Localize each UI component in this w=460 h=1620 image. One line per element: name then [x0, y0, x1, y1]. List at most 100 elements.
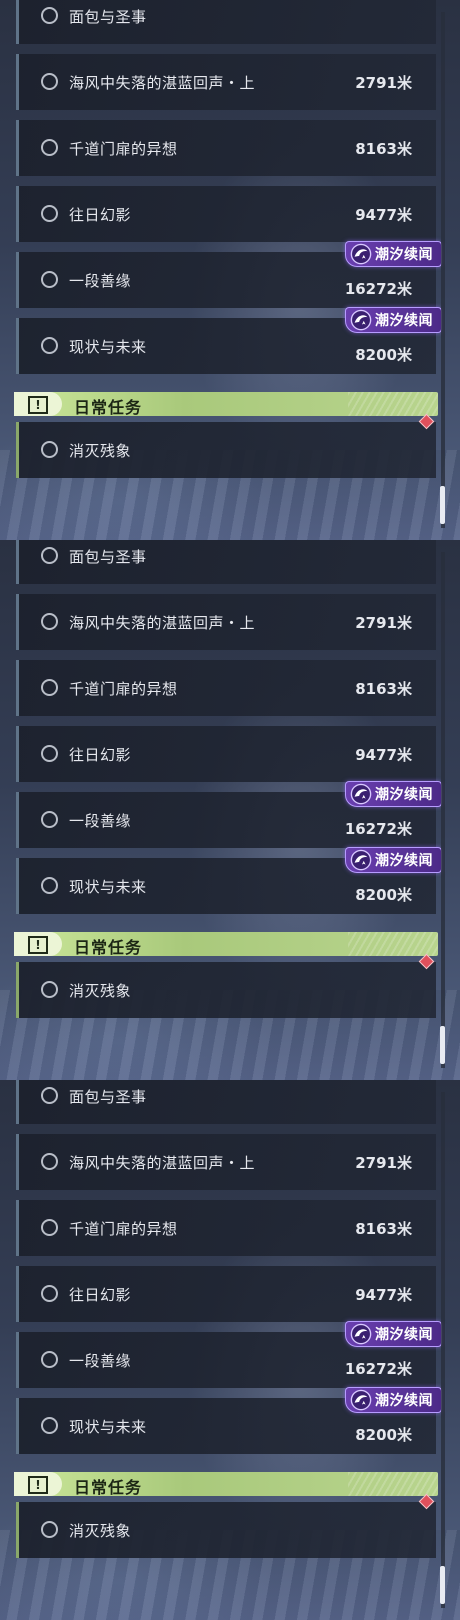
tidal-swirl-icon: [350, 243, 372, 265]
daily-quests-header[interactable]: ! 日常任务: [14, 392, 438, 417]
quest-title: 往日幻影: [69, 1286, 132, 1304]
quest-row[interactable]: 往日幻影 9477米: [16, 726, 436, 782]
quest-status-circle-icon: [41, 1285, 58, 1302]
quest-status-circle-icon: [41, 1153, 58, 1170]
quest-status-circle-icon: [41, 1521, 58, 1538]
quest-title: 面包与圣事: [69, 1088, 147, 1106]
quest-title: 面包与圣事: [69, 8, 147, 26]
event-badge-label: 潮汐续闻: [375, 787, 433, 803]
quest-status-circle-icon: [41, 811, 58, 828]
decorative-stripes: [348, 392, 438, 416]
quest-row[interactable]: 面包与圣事: [16, 0, 436, 44]
quest-row[interactable]: 现状与未来 8200米 潮汐续闻: [16, 307, 442, 374]
quest-status-circle-icon: [41, 271, 58, 288]
quest-distance: 2791米: [355, 74, 412, 92]
quest-row[interactable]: 千道门扉的异想 8163米: [16, 660, 436, 716]
decorative-stripes: [348, 1472, 438, 1496]
tidal-swirl-icon: [350, 1323, 372, 1345]
quest-title: 现状与未来: [69, 1418, 147, 1436]
event-badge-label: 潮汐续闻: [375, 313, 433, 329]
exclamation-icon: !: [28, 396, 48, 414]
quest-row[interactable]: 海风中失落的湛蓝回声・上 2791米: [16, 594, 436, 650]
event-badge-label: 潮汐续闻: [375, 247, 433, 263]
quest-distance: 16272米: [344, 280, 412, 298]
scrollbar-thumb[interactable]: [440, 1026, 445, 1064]
daily-quests-header[interactable]: ! 日常任务: [14, 1472, 438, 1497]
daily-quest-row[interactable]: 消灭残象: [16, 1493, 436, 1558]
quest-title: 海风中失落的湛蓝回声・上: [69, 1154, 256, 1172]
tracked-marker-icon: [418, 413, 435, 430]
event-badge: 潮汐续闻: [345, 241, 442, 267]
scrollbar-thumb[interactable]: [440, 486, 445, 524]
quest-row[interactable]: 海风中失落的湛蓝回声・上 2791米: [16, 1134, 436, 1190]
quest-distance: 9477米: [355, 746, 412, 764]
quest-title: 消灭残象: [69, 982, 132, 1000]
quest-title: 一段善缘: [69, 272, 132, 290]
section-icon-container: !: [14, 932, 62, 956]
quest-row[interactable]: 现状与未来 8200米 潮汐续闻: [16, 847, 442, 914]
tidal-swirl-icon: [350, 849, 372, 871]
quest-status-circle-icon: [41, 877, 58, 894]
quest-distance: 16272米: [344, 820, 412, 838]
quest-status-circle-icon: [41, 1417, 58, 1434]
quest-title: 现状与未来: [69, 338, 147, 356]
quest-title: 海风中失落的湛蓝回声・上: [69, 614, 256, 632]
quest-distance: 16272米: [344, 1360, 412, 1378]
quest-title: 千道门扉的异想: [69, 680, 178, 698]
quest-distance: 8163米: [355, 680, 412, 698]
event-badge: 潮汐续闻: [345, 1321, 442, 1347]
quest-row[interactable]: 千道门扉的异想 8163米: [16, 1200, 436, 1256]
scrollbar-track[interactable]: [441, 12, 445, 528]
quest-status-circle-icon: [41, 7, 58, 24]
quest-row[interactable]: 一段善缘 16272米 潮汐续闻: [16, 781, 442, 848]
quest-row[interactable]: 现状与未来 8200米 潮汐续闻: [16, 1387, 442, 1454]
tidal-swirl-icon: [350, 309, 372, 331]
quest-title: 千道门扉的异想: [69, 140, 178, 158]
tracked-marker-icon: [418, 1493, 435, 1510]
section-icon-container: !: [14, 392, 62, 416]
quest-list-screenshot: 面包与圣事 海风中失落的湛蓝回声・上 2791米 千道门扉的异想 8163米 往…: [0, 0, 460, 1620]
daily-quest-row[interactable]: 消灭残象: [16, 413, 436, 478]
section-title: 日常任务: [74, 1478, 143, 1497]
quest-distance: 2791米: [355, 614, 412, 632]
quest-status-circle-icon: [41, 981, 58, 998]
quest-status-circle-icon: [41, 1351, 58, 1368]
scrollbar-thumb[interactable]: [440, 1566, 445, 1604]
quest-title: 一段善缘: [69, 1352, 132, 1370]
quest-status-circle-icon: [41, 613, 58, 630]
quest-title: 消灭残象: [69, 442, 132, 460]
quest-row[interactable]: 一段善缘 16272米 潮汐续闻: [16, 1321, 442, 1388]
section-icon-container: !: [14, 1472, 62, 1496]
quest-row[interactable]: 往日幻影 9477米: [16, 1266, 436, 1322]
scrollbar-track[interactable]: [441, 1092, 445, 1608]
event-badge-label: 潮汐续闻: [375, 1327, 433, 1343]
event-badge: 潮汐续闻: [345, 847, 442, 873]
event-badge: 潮汐续闻: [345, 307, 442, 333]
event-badge: 潮汐续闻: [345, 781, 442, 807]
quest-status-circle-icon: [41, 745, 58, 762]
quest-status-circle-icon: [41, 1219, 58, 1236]
quest-title: 往日幻影: [69, 746, 132, 764]
quest-distance: 9477米: [355, 1286, 412, 1304]
quest-panel: 面包与圣事 海风中失落的湛蓝回声・上 2791米 千道门扉的异想 8163米 往…: [0, 1080, 460, 1620]
quest-distance: 8200米: [355, 1426, 412, 1444]
quest-row[interactable]: 面包与圣事: [16, 1080, 436, 1124]
scrollbar-track[interactable]: [441, 552, 445, 1068]
quest-status-circle-icon: [41, 337, 58, 354]
quest-row[interactable]: 一段善缘 16272米 潮汐续闻: [16, 241, 442, 308]
quest-row[interactable]: 千道门扉的异想 8163米: [16, 120, 436, 176]
quest-title: 海风中失落的湛蓝回声・上: [69, 74, 256, 92]
quest-panel: 面包与圣事 海风中失落的湛蓝回声・上 2791米 千道门扉的异想 8163米 往…: [0, 540, 460, 1080]
tidal-swirl-icon: [350, 783, 372, 805]
tracked-marker-icon: [418, 953, 435, 970]
daily-quest-row[interactable]: 消灭残象: [16, 953, 436, 1018]
quest-row[interactable]: 面包与圣事: [16, 540, 436, 584]
quest-row[interactable]: 海风中失落的湛蓝回声・上 2791米: [16, 54, 436, 110]
quest-status-circle-icon: [41, 73, 58, 90]
section-title: 日常任务: [74, 398, 143, 417]
quest-row[interactable]: 往日幻影 9477米: [16, 186, 436, 242]
decorative-stripes: [348, 932, 438, 956]
exclamation-icon: !: [28, 1476, 48, 1494]
quest-distance: 8200米: [355, 346, 412, 364]
daily-quests-header[interactable]: ! 日常任务: [14, 932, 438, 957]
